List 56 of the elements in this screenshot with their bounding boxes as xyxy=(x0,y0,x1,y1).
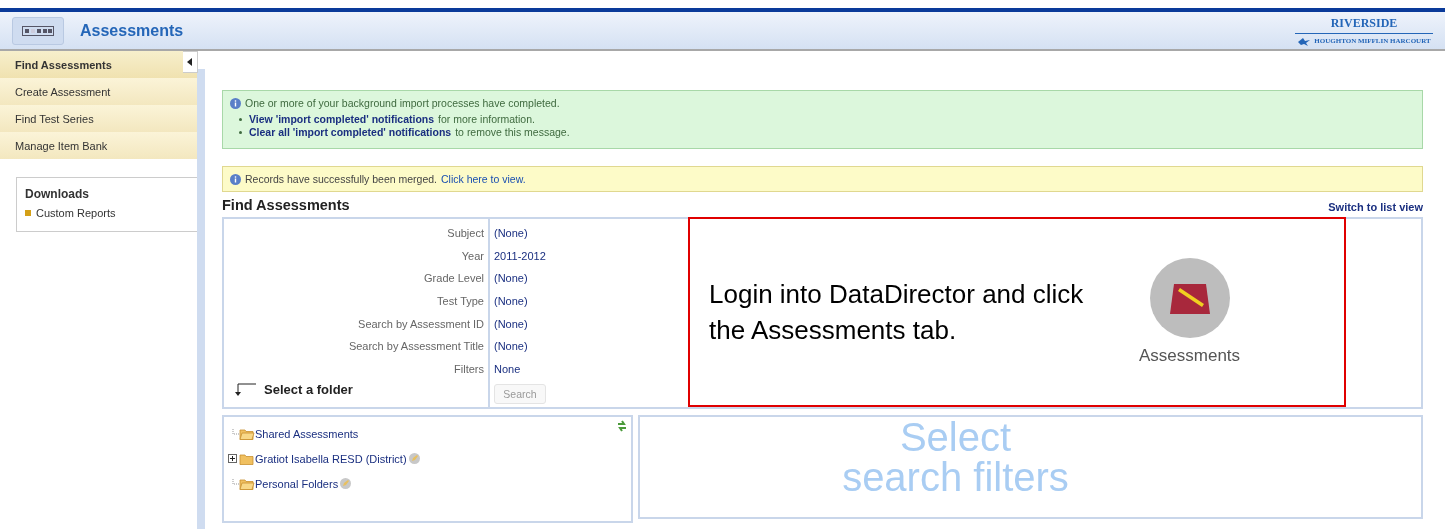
filter-value[interactable]: (None) xyxy=(494,227,528,240)
collapse-button[interactable] xyxy=(183,51,198,73)
caret-icon xyxy=(187,58,193,66)
view-link[interactable]: Click here to view. xyxy=(441,173,526,185)
arrow-icon xyxy=(234,382,256,397)
brand-name: RIVERSIDE xyxy=(1295,15,1433,34)
bullet-icon xyxy=(239,131,242,134)
filter-label: Test Type xyxy=(437,295,484,308)
placeholder-text: Select xyxy=(899,417,1012,457)
notice-text: Records have successfully been merged. xyxy=(245,173,437,185)
expand-icon[interactable] xyxy=(228,454,237,463)
folder-icon xyxy=(239,452,255,465)
callout-text: Login into DataDirector and click the Assessments tab. xyxy=(709,278,1085,347)
section-title: Find Assessments xyxy=(222,197,350,213)
app-title: Assessments xyxy=(80,21,185,40)
switch-view-link[interactable]: Switch to list view xyxy=(1328,201,1423,213)
sidebar-item[interactable]: Find Assessments xyxy=(0,51,197,78)
download-link[interactable]: Custom Reports xyxy=(36,207,116,219)
filter-value[interactable]: None xyxy=(494,362,521,375)
assessment-book-icon xyxy=(1149,258,1230,338)
logo-icon xyxy=(1297,36,1312,46)
bullet-icon xyxy=(239,118,242,121)
filter-label: Search by Assessment ID xyxy=(358,317,484,330)
sidebar-item[interactable]: Create Assessment xyxy=(0,78,197,105)
folder-link[interactable]: Shared Assessments xyxy=(255,427,359,440)
notice-text: One or more of your background import processes have completed. xyxy=(245,97,560,109)
sidebar-item[interactable]: Manage Item Bank xyxy=(0,132,197,159)
folder-link[interactable]: Personal Folders xyxy=(255,477,339,490)
bullet-icon xyxy=(25,210,31,216)
filter-value[interactable]: (None) xyxy=(494,340,528,353)
notice-text: for more information. xyxy=(438,113,535,126)
assessments-tab-label: Assessments xyxy=(1139,346,1241,366)
filter-label: Year xyxy=(461,249,484,262)
grid-icon xyxy=(22,25,54,36)
info-icon xyxy=(230,173,241,185)
downloads-title: Downloads xyxy=(25,187,90,201)
filter-value[interactable]: (None) xyxy=(494,317,528,330)
folder-icon xyxy=(239,477,255,490)
sidebar-item[interactable]: Find Test Series xyxy=(0,105,197,132)
filter-label: Filters xyxy=(454,362,484,375)
placeholder-text: search filters xyxy=(842,457,1069,497)
filter-label: Search by Assessment Title xyxy=(348,340,484,353)
folder-link[interactable]: Gratiot Isabella RESD (District) xyxy=(255,452,407,465)
notice-text: to remove this message. xyxy=(455,126,570,139)
notifications-link[interactable]: Clear all 'import completed' notifications xyxy=(249,126,452,139)
refresh-icon[interactable] xyxy=(617,420,627,432)
info-icon xyxy=(230,97,241,109)
folder-icon xyxy=(239,427,255,440)
filter-value[interactable]: (None) xyxy=(494,272,528,285)
select-folder-label: Select a folder xyxy=(264,382,353,398)
filter-label: Grade Level xyxy=(424,272,484,285)
app-menu-button[interactable] xyxy=(12,16,64,45)
filter-value[interactable]: 2011-2012 xyxy=(494,249,546,262)
filter-label: Subject xyxy=(447,227,484,240)
notifications-link[interactable]: View 'import completed' notifications xyxy=(249,113,435,126)
filter-value[interactable]: (None) xyxy=(494,295,528,308)
